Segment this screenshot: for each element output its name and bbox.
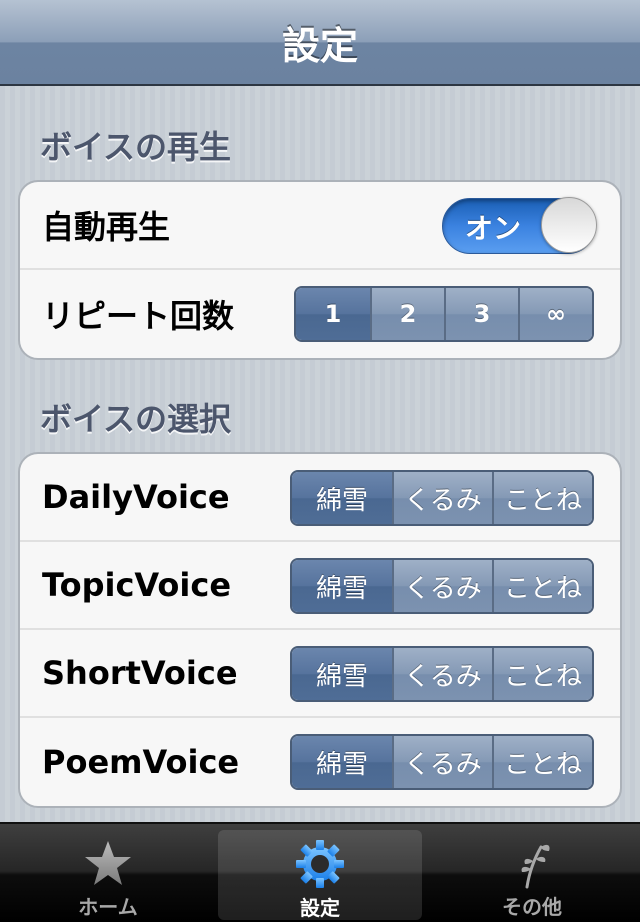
autoplay-toggle[interactable]: オン xyxy=(442,197,597,254)
sprout-icon xyxy=(507,838,557,889)
tab-bar: ホーム 設定 その他 xyxy=(0,822,640,922)
navigation-bar: 設定 xyxy=(0,0,640,86)
tab-label-settings: 設定 xyxy=(300,896,340,920)
voice-row-poem: PoemVoice 綿雪 くるみ ことね xyxy=(20,718,620,806)
toggle-knob xyxy=(541,197,597,253)
section-header-playback: ボイスの再生 xyxy=(40,128,232,166)
voice-row-label: PoemVoice xyxy=(42,743,240,781)
toggle-on-text: オン xyxy=(465,212,522,245)
voice-row-label: TopicVoice xyxy=(42,566,232,604)
tab-other[interactable]: その他 xyxy=(430,830,634,920)
voice-option-watayuki[interactable]: 綿雪 xyxy=(292,648,392,700)
section-header-voice-select: ボイスの選択 xyxy=(40,400,232,438)
voice-option-watayuki[interactable]: 綿雪 xyxy=(292,736,392,788)
repeat-count-segmented-control: 1 2 3 ∞ xyxy=(294,286,594,342)
voice-segmented-control: 綿雪 くるみ ことね xyxy=(290,734,594,790)
voice-option-watayuki[interactable]: 綿雪 xyxy=(292,560,392,612)
tab-label-home: ホーム xyxy=(78,895,138,919)
voice-option-kotone[interactable]: ことね xyxy=(491,560,592,612)
repeat-option-infinite[interactable]: ∞ xyxy=(517,288,592,340)
voice-option-kurumi[interactable]: くるみ xyxy=(391,560,492,612)
star-icon xyxy=(83,838,133,889)
autoplay-row: 自動再生 オン xyxy=(20,182,620,270)
playback-settings-group: 自動再生 オン リピート回数 1 2 3 ∞ xyxy=(18,180,622,360)
voice-segmented-control: 綿雪 くるみ ことね xyxy=(290,470,594,526)
voice-row-topic: TopicVoice 綿雪 くるみ ことね xyxy=(20,542,620,630)
voice-row-short: ShortVoice 綿雪 くるみ ことね xyxy=(20,630,620,718)
page-title: 設定 xyxy=(281,23,358,68)
tab-settings[interactable]: 設定 xyxy=(218,830,422,920)
voice-option-kurumi[interactable]: くるみ xyxy=(391,472,492,524)
voice-segmented-control: 綿雪 くるみ ことね xyxy=(290,646,594,702)
repeat-count-row: リピート回数 1 2 3 ∞ xyxy=(20,270,620,358)
autoplay-label: 自動再生 xyxy=(42,208,171,246)
tab-home[interactable]: ホーム xyxy=(6,830,210,920)
repeat-option-1[interactable]: 1 xyxy=(296,288,370,340)
repeat-option-3[interactable]: 3 xyxy=(443,288,518,340)
voice-segmented-control: 綿雪 くるみ ことね xyxy=(290,558,594,614)
tab-label-other: その他 xyxy=(502,895,562,919)
voice-option-kotone[interactable]: ことね xyxy=(491,736,592,788)
voice-option-watayuki[interactable]: 綿雪 xyxy=(292,472,392,524)
voice-row-label: DailyVoice xyxy=(42,478,230,516)
voice-row-label: ShortVoice xyxy=(42,654,238,692)
gear-icon xyxy=(294,838,346,890)
voice-option-kurumi[interactable]: くるみ xyxy=(391,648,492,700)
voice-row-daily: DailyVoice 綿雪 くるみ ことね xyxy=(20,454,620,542)
repeat-count-label: リピート回数 xyxy=(42,297,235,335)
voice-select-group: DailyVoice 綿雪 くるみ ことね TopicVoice 綿雪 くるみ … xyxy=(18,452,622,808)
voice-option-kotone[interactable]: ことね xyxy=(491,472,592,524)
repeat-option-2[interactable]: 2 xyxy=(369,288,444,340)
voice-option-kurumi[interactable]: くるみ xyxy=(391,736,492,788)
voice-option-kotone[interactable]: ことね xyxy=(491,648,592,700)
